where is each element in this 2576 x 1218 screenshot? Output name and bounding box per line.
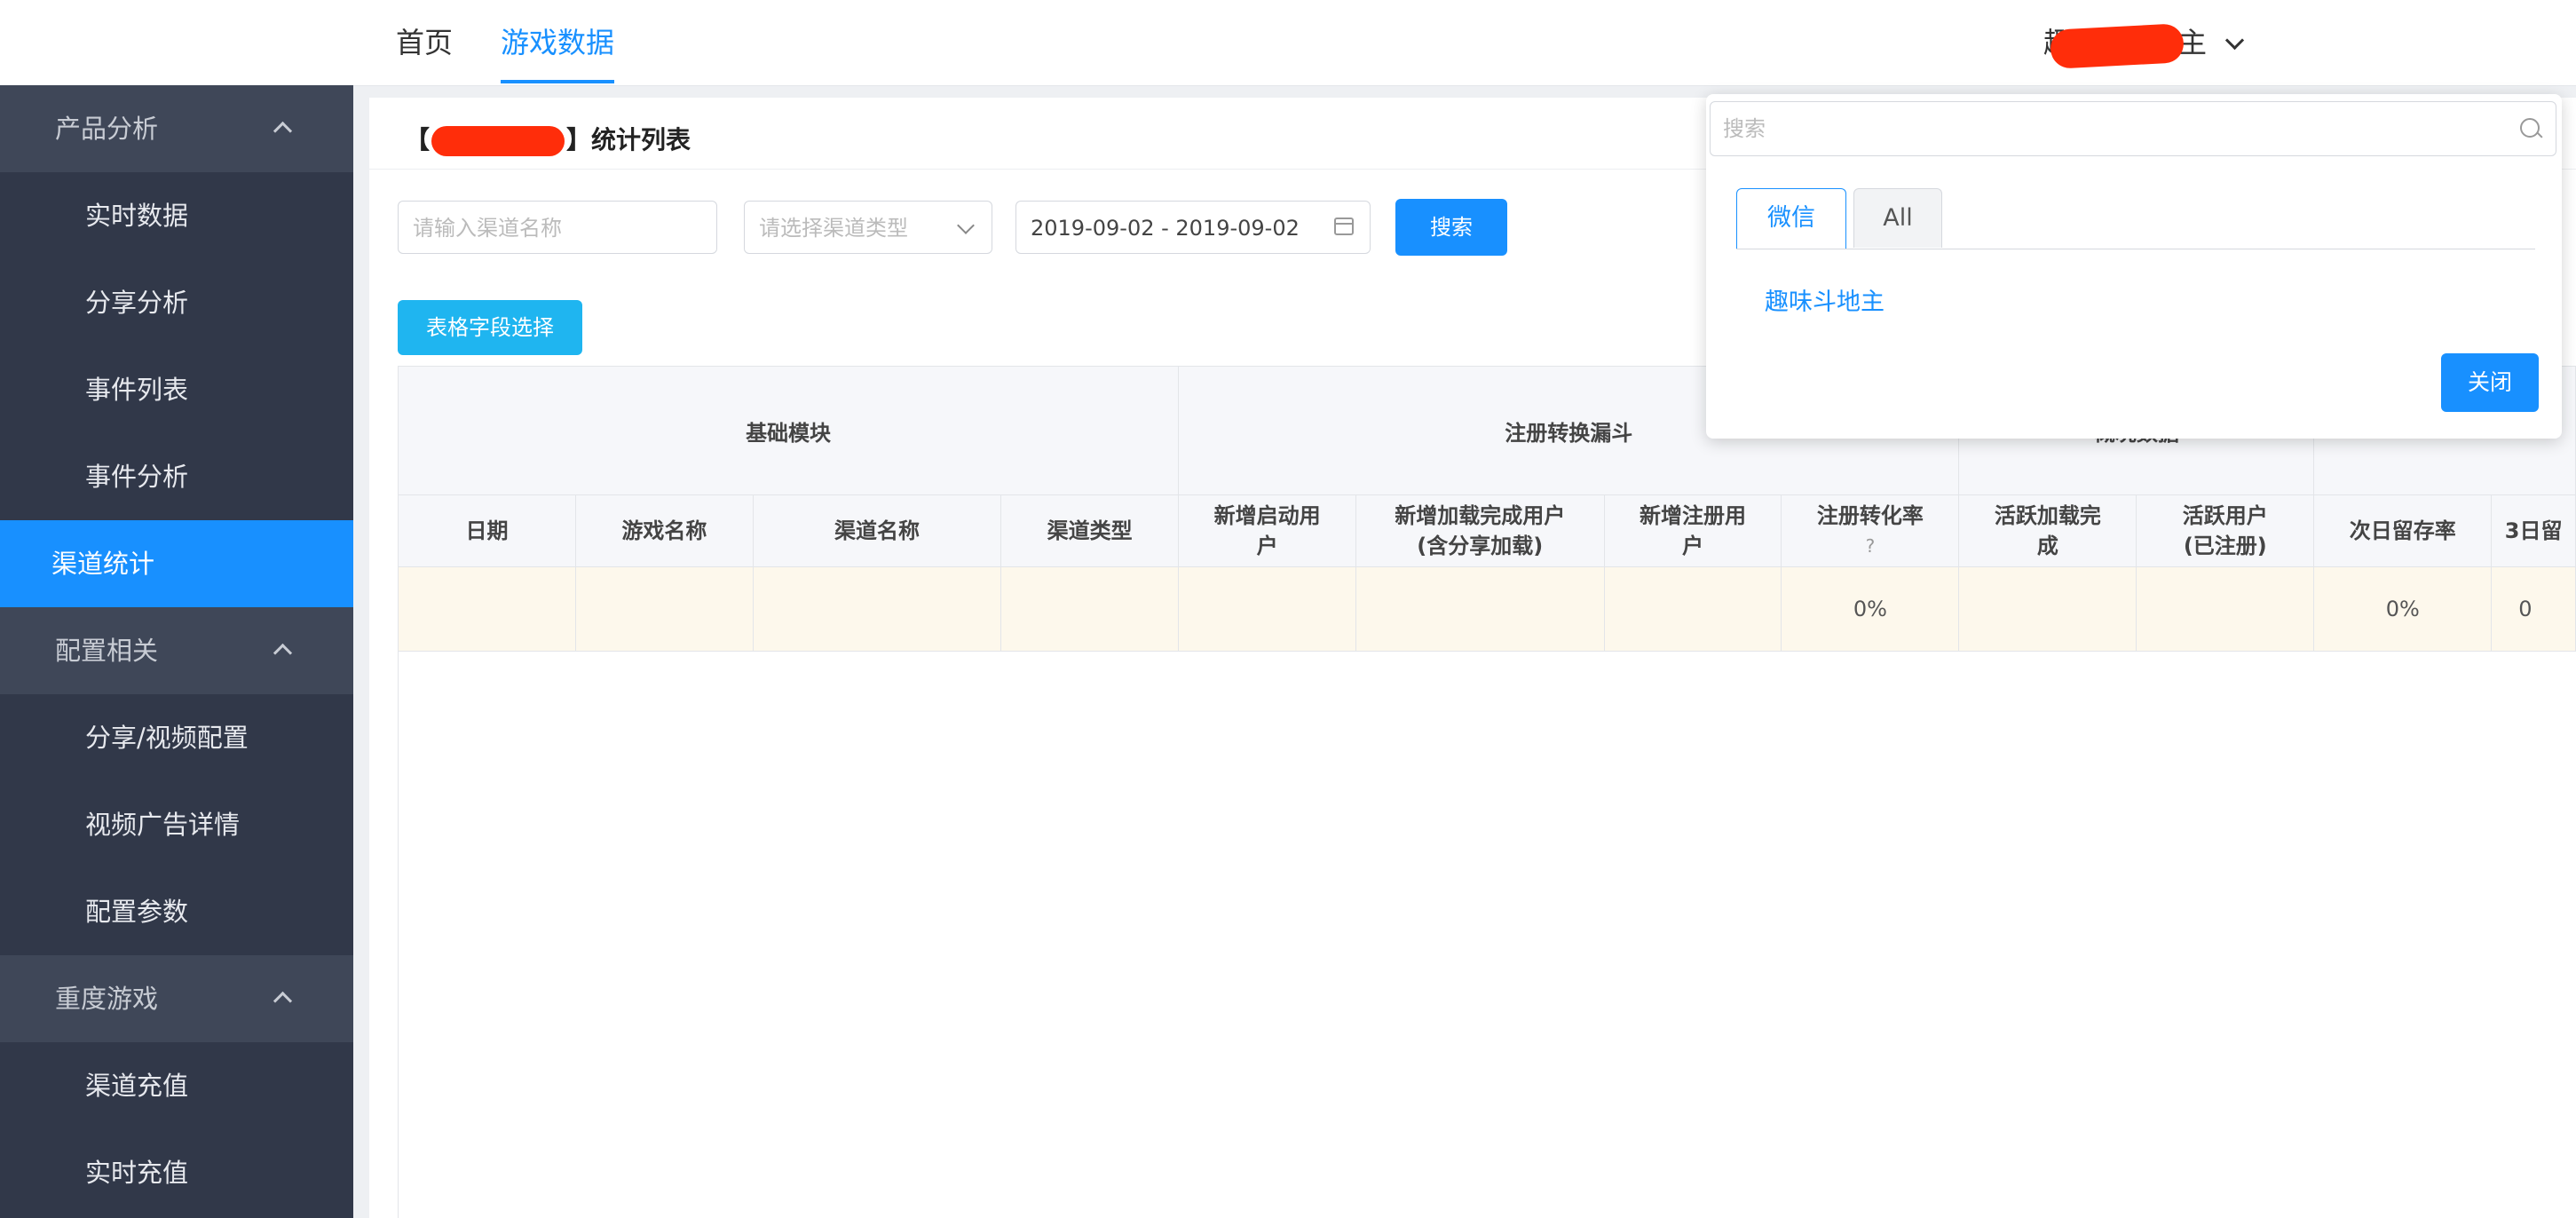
column-header-line: 活跃加载完 — [1994, 503, 2101, 528]
sidebar-group-label: 产品分析 — [55, 114, 159, 144]
chevron-up-icon — [273, 643, 293, 663]
column-header-line: 游戏名称 — [621, 518, 707, 543]
user-menu[interactable]: 趣主 — [2043, 0, 2245, 85]
column-header: 3日留 — [2491, 494, 2576, 567]
table-cell — [1355, 566, 1605, 652]
game-search-input[interactable]: 搜索 — [1710, 101, 2556, 156]
sidebar-group-product-analysis[interactable]: 产品分析 — [0, 85, 353, 172]
column-header: 活跃加载完成 — [1958, 494, 2137, 567]
sidebar-item-realtime-recharge[interactable]: 实时充值 — [0, 1129, 353, 1216]
sidebar-item-video-ad-details[interactable]: 视频广告详情 — [0, 781, 353, 868]
table-cell — [2136, 566, 2315, 652]
channel-name-input[interactable]: 请输入渠道名称 — [398, 201, 717, 254]
logo-area — [0, 0, 353, 85]
column-header-line: 新增注册用 — [1639, 503, 1746, 528]
column-header: 新增注册用户 — [1603, 494, 1782, 567]
column-header-line: (已注册) — [2183, 534, 2267, 558]
column-header-line: 渠道名称 — [834, 518, 921, 543]
column-header: 渠道名称 — [752, 494, 1002, 567]
column-header: 注册转化率? — [1781, 494, 1960, 567]
tab-game-data[interactable]: 游戏数据 — [501, 0, 615, 85]
column-header-line: 活跃用户 — [2182, 503, 2268, 528]
platform-tabs: 微信 All — [1736, 188, 2535, 249]
sidebar-item-share-analysis[interactable]: 分享分析 — [0, 259, 353, 346]
sidebar-item-channel-stats[interactable]: 渠道统计 — [0, 520, 353, 607]
date-range-value: 2019-09-02 - 2019-09-02 — [1031, 216, 1300, 241]
column-header: 次日留存率 — [2313, 494, 2493, 567]
sidebar-group-heavy-games[interactable]: 重度游戏 — [0, 955, 353, 1042]
close-button[interactable]: 关闭 — [2441, 353, 2539, 412]
chevron-down-icon — [2225, 30, 2245, 51]
column-header-line: 新增加载完成用户 — [1395, 503, 1566, 528]
search-icon — [2520, 118, 2540, 138]
column-header: 渠道类型 — [1000, 494, 1180, 567]
table-cell — [574, 566, 754, 652]
column-header-line: (含分享加载) — [1417, 534, 1544, 558]
tab-wechat[interactable]: 微信 — [1736, 188, 1846, 249]
table-cell — [1178, 566, 1357, 652]
column-header-line: 渠道类型 — [1047, 518, 1133, 543]
sidebar-group-label: 配置相关 — [55, 636, 159, 666]
sidebar-item-share-video-config[interactable]: 分享/视频配置 — [0, 694, 353, 781]
sidebar-item-realtime-data[interactable]: 实时数据 — [0, 172, 353, 259]
sidebar-item-channel-recharge[interactable]: 渠道充值 — [0, 1042, 353, 1129]
column-header-line: 日期 — [465, 518, 509, 543]
column-header: 新增加载完成用户 (含分享加载) — [1355, 494, 1605, 567]
column-header-line: 新增启动用 — [1213, 503, 1321, 528]
channel-type-select[interactable]: 请选择渠道类型 — [744, 201, 992, 254]
top-navigation-bar: 首页 游戏数据 趣主 — [0, 0, 2576, 86]
sidebar: 产品分析 实时数据 分享分析 事件列表 事件分析 渠道统计 配置相关 分享/视频… — [0, 85, 353, 1218]
table-cell — [1000, 566, 1180, 652]
chevron-up-icon — [273, 991, 293, 1011]
tab-all[interactable]: All — [1853, 188, 1942, 248]
date-range-picker[interactable]: 2019-09-02 - 2019-09-02 — [1015, 201, 1371, 254]
table-cell — [752, 566, 1002, 652]
channel-type-placeholder: 请选择渠道类型 — [759, 216, 908, 241]
search-button[interactable]: 搜索 — [1395, 199, 1507, 256]
column-header-line: 成 — [2036, 534, 2058, 558]
sidebar-item-config-params[interactable]: 配置参数 — [0, 868, 353, 955]
column-header-line: 户 — [1256, 534, 1278, 558]
sidebar-group-config[interactable]: 配置相关 — [0, 607, 353, 694]
table-cell — [398, 566, 576, 652]
column-header: 新增启动用户 — [1178, 494, 1357, 567]
sidebar-group-label: 重度游戏 — [55, 984, 159, 1014]
game-search-placeholder: 搜索 — [1723, 116, 1766, 141]
column-header: 游戏名称 — [574, 494, 754, 567]
field-select-button[interactable]: 表格字段选择 — [398, 300, 582, 355]
calendar-icon — [1334, 218, 1354, 235]
title-prefix: 【 — [405, 125, 431, 154]
page-title: 【 】统计列表 — [405, 121, 691, 156]
sidebar-item-event-analysis[interactable]: 事件分析 — [0, 433, 353, 520]
column-header: 活跃用户 (已注册) — [2136, 494, 2315, 567]
table-cell — [1603, 566, 1782, 652]
table-cell: 0% — [1781, 566, 1960, 652]
column-header: 日期 — [398, 494, 576, 567]
table-row: 0% 0% 0 — [398, 566, 2576, 652]
column-header-line: 注册转化率 — [1816, 503, 1924, 528]
game-link[interactable]: 趣味斗地主 — [1765, 282, 1885, 317]
table-cell: 0 — [2491, 566, 2576, 652]
column-header-line: 次日留存率 — [2349, 518, 2456, 543]
column-header-line: ? — [1865, 535, 1876, 557]
column-header-line: 3日留 — [2504, 518, 2563, 543]
table-cell: 0% — [2313, 566, 2493, 652]
sidebar-item-event-list[interactable]: 事件列表 — [0, 346, 353, 433]
chevron-up-icon — [273, 121, 293, 141]
game-selector-dropdown: 搜索 微信 All 趣味斗地主 关闭 — [1706, 94, 2562, 439]
tab-home[interactable]: 首页 — [396, 0, 453, 85]
redaction-mark — [2049, 23, 2185, 69]
chevron-down-icon — [957, 217, 975, 234]
title-suffix: 】统计列表 — [566, 125, 691, 154]
column-group-basic: 基础模块 — [397, 366, 1180, 495]
redaction-mark — [431, 126, 565, 156]
table-cell — [1958, 566, 2137, 652]
column-header-line: 户 — [1681, 534, 1703, 558]
